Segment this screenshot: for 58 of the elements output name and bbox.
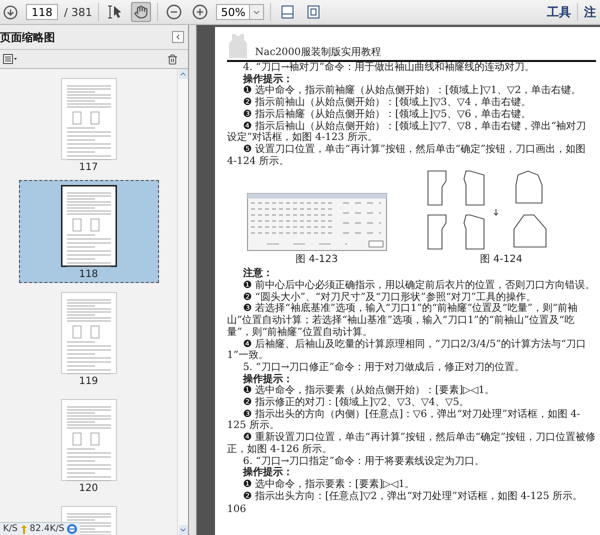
body-paragraph: ❷ 指示前袖山（从始点侧开始）：[领域上]▽3、▽4，单击右键。 (242, 97, 532, 108)
thumbnail-label: 118 (78, 269, 98, 280)
section-label: 注意： (242, 268, 274, 280)
zoom-field[interactable]: 50% (216, 4, 250, 20)
figure-caption: 图 4-124 (480, 253, 522, 266)
body-paragraph: 6. “刀口→刀口指定”命令：用于将要素线设定为刀口。 (243, 456, 486, 467)
body-paragraph: ❶ 选中命令，指示前袖窿（从始点侧开始）：[领域上]▽1、▽2，单击右键。 (242, 85, 582, 96)
zoom-dropdown-button[interactable] (250, 4, 264, 20)
thumbnail-label: 117 (78, 162, 98, 173)
chevron-left-icon (174, 33, 182, 41)
figure-caption: 图 4-123 (296, 253, 338, 266)
page-total: / 381 (64, 6, 92, 18)
download-speed: K/S (3, 524, 18, 534)
toolbar-link[interactable]: 注 (584, 4, 596, 20)
page-number-field[interactable]: 118 (26, 4, 58, 20)
body-paragraph: 5. “刀口→刀口修正”命令：用于对刀做成后，修正对刀的位置。 (242, 362, 526, 374)
list-options-icon (3, 54, 17, 64)
page-number: 106 (227, 504, 246, 516)
body-paragraph: ❺ 设置刀口位置，单击“再计算”按钮，然后单击“确定”按钮，刀口画出，如图 4-124 所示。 (227, 144, 587, 168)
panel-title: 页面缩略图 (0, 30, 55, 44)
section-label: 操作提示： (242, 74, 294, 85)
section-label: 操作提示： (242, 374, 294, 385)
panel-splitter[interactable] (189, 25, 197, 535)
arrow-up-icon (20, 524, 27, 534)
page-thumbnail[interactable] (60, 185, 116, 267)
body-paragraph: ❶ 选中命令，指示要素（从始点侧开始）：[要素]▷◁1。 (242, 385, 496, 396)
trash-icon (166, 54, 178, 64)
hand-tool-button[interactable] (131, 2, 152, 22)
body-paragraph: ❸ 若选择“袖底基准”选项，输入“刀口1”的“前袖窿”位置及“吃量”，则“前袖山”位置自动计算；若选择“袖山基准”选项，输入“刀口1”的“前袖山”位置及“吃量”，则“前袖窿”位置自动计算。 (227, 303, 579, 338)
text-cursor-arrow-icon (107, 5, 124, 19)
body-paragraph: ❸ 指示后袖窿（从始点侧开始）：[领域上]▽5、▽6，单击右键。 (242, 108, 532, 120)
browser-icon (67, 524, 78, 534)
scroll-down-button[interactable] (178, 525, 188, 535)
body-paragraph: ❶ 选中命令，指示要素：[要素]▷◁1。 (242, 478, 416, 490)
section-label: 操作提示： (242, 467, 294, 478)
scroll-up-button[interactable] (178, 69, 188, 79)
collapse-button[interactable] (172, 31, 184, 43)
zoom-in-button[interactable] (190, 2, 210, 22)
body-paragraph: ❹ 后袖窿、后袖山及吃量的计算原理相同，“刀口2/3/4/5”的计算方法与“刀口1”一致。 (227, 338, 588, 362)
thumbnail-label: 120 (78, 483, 98, 494)
zoom-out-button[interactable] (164, 2, 184, 22)
hand-icon (134, 5, 148, 19)
body-paragraph: ❹ 重新设置刀口位置，单击“再计算”按钮，然后单击“确定”按钮，刀口位置被修正，如图 4-126 所示。 (227, 432, 596, 456)
running-header: Nac2000服装制版实用教程 (255, 46, 381, 59)
toolbar-link[interactable]: 工具 (547, 4, 571, 20)
thumbnail-label: 119 (78, 376, 98, 387)
chevron-up-icon (179, 70, 187, 78)
body-paragraph: ❷ 指示修正的对刀：[领域上]▽2、▽3、▽4、▽5。 (242, 397, 470, 408)
selected-thumbnail[interactable]: 118 (18, 180, 158, 283)
body-paragraph: 4. “刀口→袖对刀”命令：用于做出袖山曲线和袖窿线的连动对刀。 (242, 62, 536, 74)
body-paragraph: ❷ “圆头大小”、“对刀尺寸”及“刀口形状”参照“对刀”工具的操作。 (242, 292, 538, 303)
upload-speed: 82.4K/S (30, 524, 64, 534)
chevron-down-icon (179, 526, 187, 534)
body-paragraph: ❷ 指示出头方向：[任意点]▽2，弹出“对刀处理”对话框，如图 4-125 所示。 (242, 490, 584, 502)
body-paragraph: ❸ 指示出头的方向（内侧）[任意点]：▽6，弹出“对刀处理”对话框，如图 4-125 所示。 (227, 408, 582, 432)
body-paragraph: ❹ 指示后袖山（从始点侧开始）：[领域上]▽7、▽8，单击右键，弹出“袖对刀设定”对话框，如图 4-123 所示。 (227, 120, 588, 144)
vest-logo-icon (227, 33, 249, 59)
body-paragraph: ❶ 前中心后中心必须正确指示，用以确定前后衣片的位置，否则刀口方向错误。 (242, 280, 596, 292)
